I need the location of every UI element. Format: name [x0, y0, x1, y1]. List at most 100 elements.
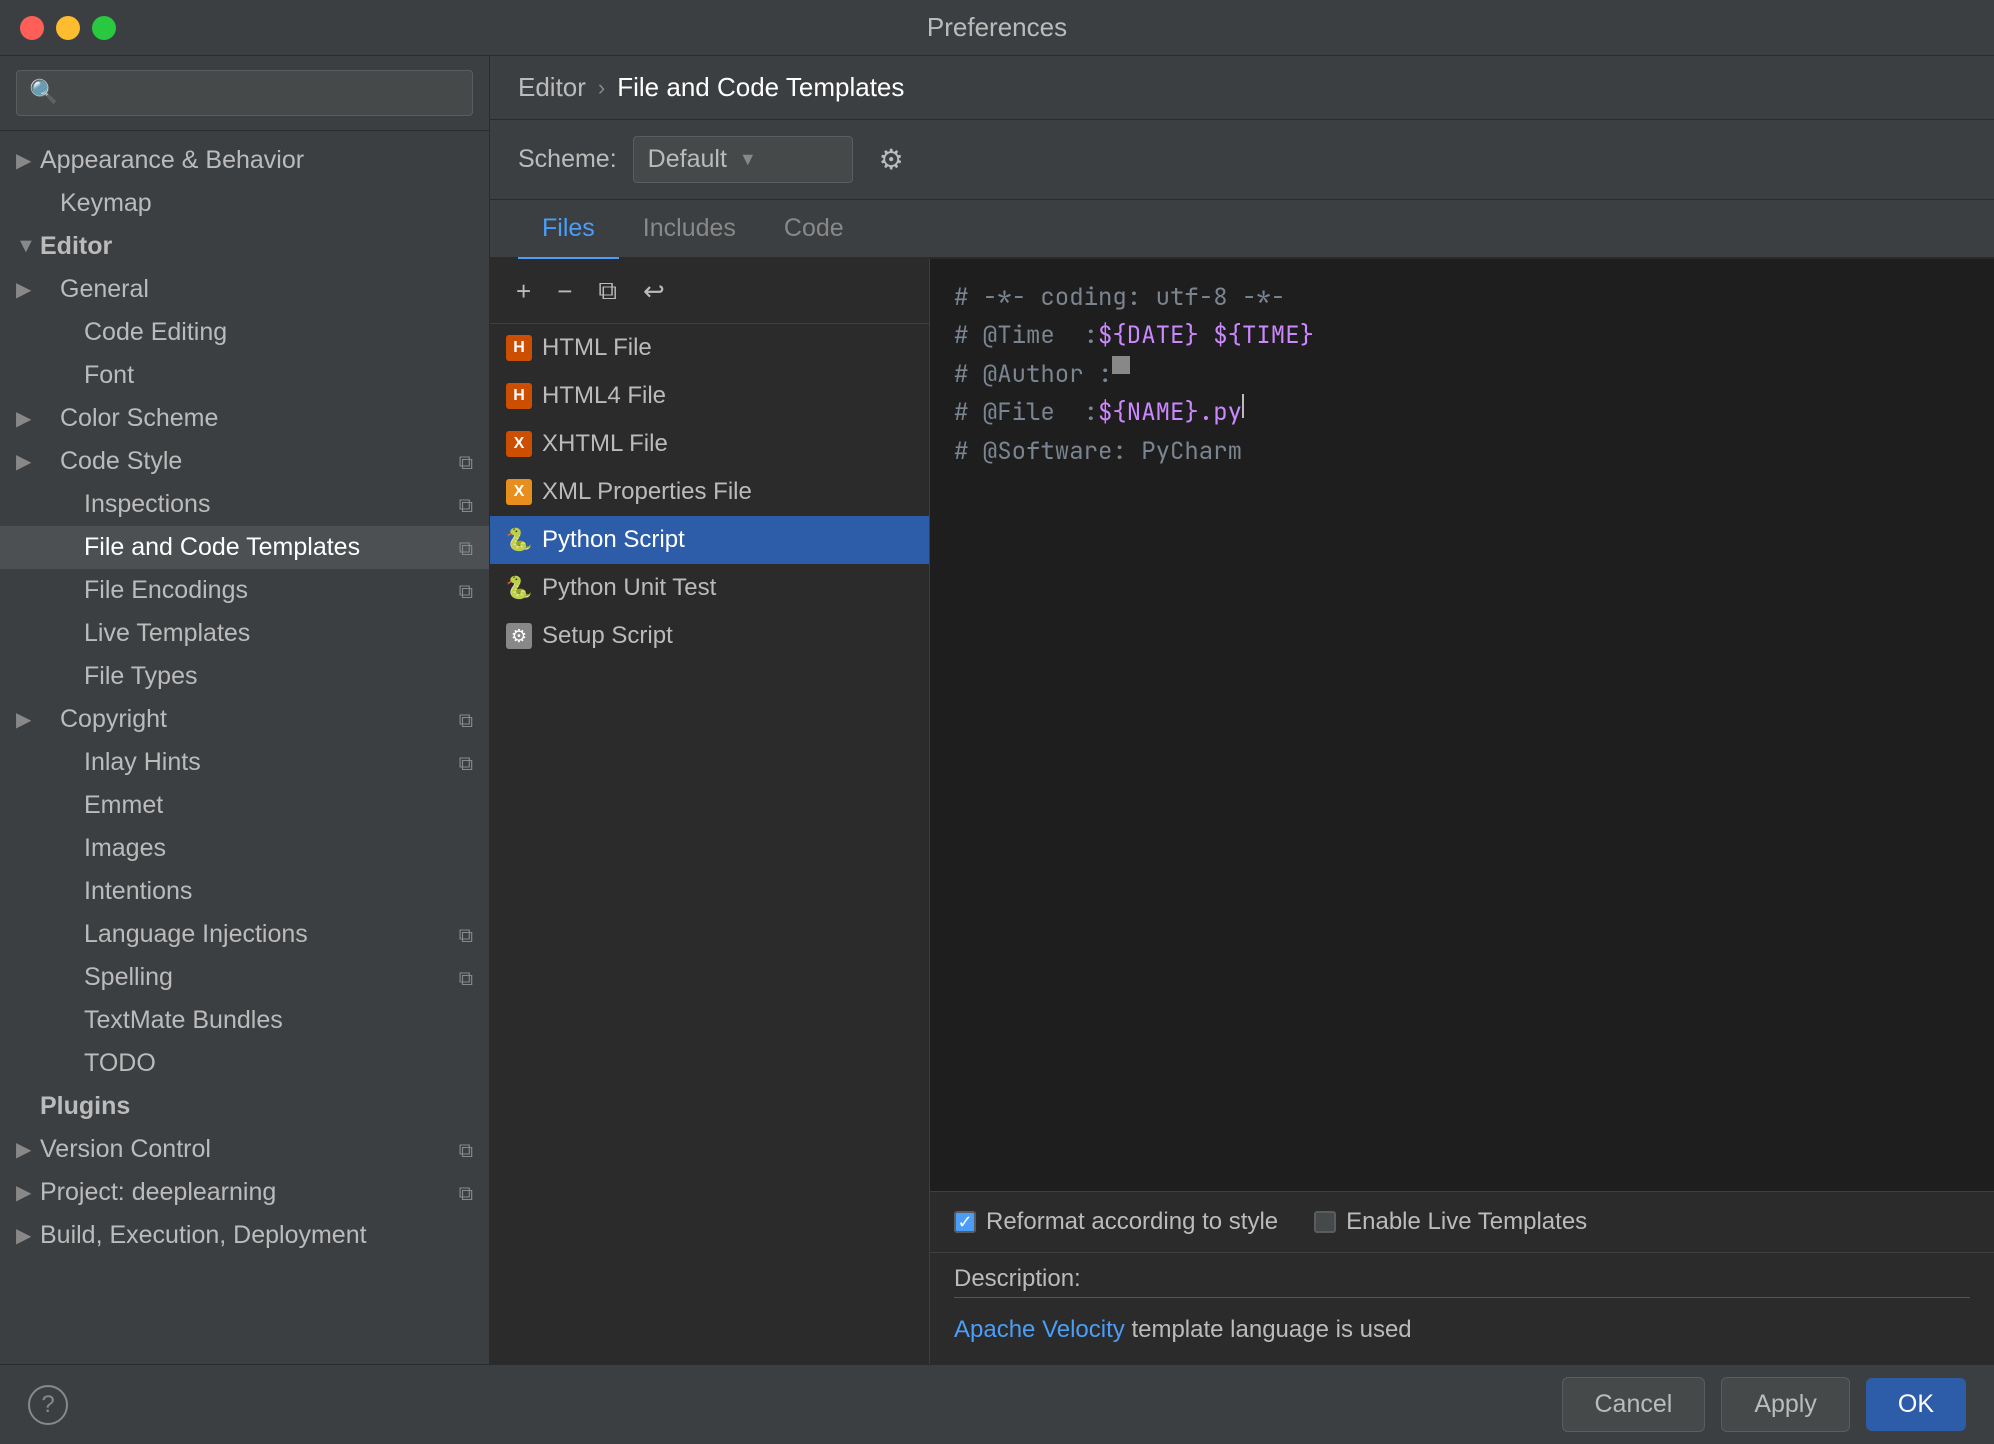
window-title: Preferences [927, 12, 1067, 43]
scheme-label: Scheme: [518, 145, 617, 174]
arrow-icon: ▼ [16, 235, 36, 258]
reformat-checkbox-group[interactable]: ✓ Reformat according to style [954, 1208, 1278, 1236]
copy-badge-icon [459, 920, 473, 949]
sidebar-item-code-editing[interactable]: Code Editing [0, 311, 489, 354]
python-file-icon: 🐍 [506, 527, 532, 553]
file-item-label: XHTML File [542, 430, 668, 458]
scheme-bar: Scheme: Default ▼ ⚙ [490, 120, 1994, 200]
file-list: H HTML File H HTML4 File X XHTML File [490, 324, 929, 1364]
author-placeholder [1112, 356, 1130, 374]
remove-template-button[interactable]: − [547, 270, 582, 313]
arrow-icon: ▶ [16, 1180, 36, 1205]
file-item-label: Python Unit Test [542, 574, 716, 602]
tabs-bar: Files Includes Code [490, 200, 1994, 259]
copy-badge-icon [459, 748, 473, 777]
file-item-python-script[interactable]: 🐍 Python Script [490, 516, 929, 564]
sidebar-item-inlay-hints[interactable]: Inlay Hints [0, 741, 489, 784]
file-item-label: Python Script [542, 526, 685, 554]
sidebar-item-copyright[interactable]: ▶ Copyright [0, 698, 489, 741]
breadcrumb-parent: Editor [518, 72, 586, 103]
code-editor[interactable]: # -*- coding: utf-8 -*- # @Time : ${DATE… [930, 259, 1994, 1191]
sidebar-item-live-templates[interactable]: Live Templates [0, 612, 489, 655]
reset-template-button[interactable]: ↩ [633, 270, 675, 313]
sidebar-item-plugins[interactable]: Plugins [0, 1085, 489, 1128]
sidebar-item-editor[interactable]: ▼ Editor [0, 225, 489, 268]
tab-files[interactable]: Files [518, 200, 619, 259]
description-text: Apache Velocity template language is use… [930, 1308, 1994, 1364]
description-label: Description: [930, 1253, 1994, 1297]
sidebar-item-todo[interactable]: TODO [0, 1042, 489, 1085]
sidebar-item-file-types[interactable]: File Types [0, 655, 489, 698]
traffic-lights [20, 16, 116, 40]
file-item-html-file[interactable]: H HTML File [490, 324, 929, 372]
content-area: Editor › File and Code Templates Scheme:… [490, 56, 1994, 1364]
sidebar-item-font[interactable]: Font [0, 354, 489, 397]
apache-velocity-link[interactable]: Apache Velocity [954, 1316, 1125, 1343]
apply-button[interactable]: Apply [1721, 1377, 1850, 1432]
sidebar-item-file-encodings[interactable]: File Encodings [0, 569, 489, 612]
title-bar: Preferences [0, 0, 1994, 56]
file-item-python-unit-test[interactable]: 🐍 Python Unit Test [490, 564, 929, 612]
sidebar-item-project-deeplearning[interactable]: ▶ Project: deeplearning [0, 1171, 489, 1214]
code-line-5: # @Software: PyCharm [954, 433, 1970, 471]
copy-template-button[interactable]: ⧉ [588, 269, 627, 313]
scheme-value: Default [648, 145, 727, 174]
sidebar-item-general[interactable]: ▶ General [0, 268, 489, 311]
sidebar-item-emmet[interactable]: Emmet [0, 784, 489, 827]
arrow-icon: ▶ [16, 406, 36, 431]
python-unit-test-icon: 🐍 [506, 575, 532, 601]
copy-badge-icon [459, 447, 473, 476]
sidebar-item-spelling[interactable]: Spelling [0, 956, 489, 999]
copy-badge-icon [459, 963, 473, 992]
search-box [0, 56, 489, 131]
file-item-label: XML Properties File [542, 478, 752, 506]
sidebar-item-color-scheme[interactable]: ▶ Color Scheme [0, 397, 489, 440]
maximize-button[interactable] [92, 16, 116, 40]
sidebar-item-inspections[interactable]: Inspections [0, 483, 489, 526]
bottom-bar: ? Cancel Apply OK [0, 1364, 1994, 1444]
help-button[interactable]: ? [28, 1385, 68, 1425]
sidebar-item-appearance-behavior[interactable]: ▶ Appearance & Behavior [0, 139, 489, 182]
sidebar: ▶ Appearance & Behavior Keymap ▼ Editor … [0, 56, 490, 1364]
arrow-icon: ▶ [16, 707, 36, 732]
sidebar-item-file-and-code-templates[interactable]: File and Code Templates [0, 526, 489, 569]
arrow-icon: ▶ [16, 1223, 36, 1248]
add-template-button[interactable]: + [506, 270, 541, 313]
close-button[interactable] [20, 16, 44, 40]
code-line-2: # @Time : ${DATE} ${TIME} [954, 317, 1970, 355]
file-item-xml-properties[interactable]: X XML Properties File [490, 468, 929, 516]
sidebar-item-textmate-bundles[interactable]: TextMate Bundles [0, 999, 489, 1042]
copy-badge-icon [459, 1135, 473, 1164]
scheme-dropdown[interactable]: Default ▼ [633, 136, 853, 183]
search-input[interactable] [16, 70, 473, 116]
sidebar-item-images[interactable]: Images [0, 827, 489, 870]
file-item-setup-script[interactable]: ⚙ Setup Script [490, 612, 929, 660]
live-templates-checkbox[interactable] [1314, 1211, 1336, 1233]
file-list-toolbar: + − ⧉ ↩ [490, 259, 929, 324]
reformat-checkbox[interactable]: ✓ [954, 1211, 976, 1233]
reformat-label: Reformat according to style [986, 1208, 1278, 1236]
file-item-label: Setup Script [542, 622, 673, 650]
tab-includes[interactable]: Includes [619, 200, 760, 259]
file-item-html4-file[interactable]: H HTML4 File [490, 372, 929, 420]
minimize-button[interactable] [56, 16, 80, 40]
tab-code[interactable]: Code [760, 200, 868, 259]
xml-file-icon: X [506, 479, 532, 505]
chevron-down-icon: ▼ [739, 149, 757, 170]
copy-badge-icon [459, 1178, 473, 1207]
live-templates-label: Enable Live Templates [1346, 1208, 1587, 1236]
settings-gear-button[interactable]: ⚙ [869, 137, 914, 182]
live-templates-checkbox-group[interactable]: Enable Live Templates [1314, 1208, 1587, 1236]
sidebar-item-build-execution-deployment[interactable]: ▶ Build, Execution, Deployment [0, 1214, 489, 1257]
cancel-button[interactable]: Cancel [1562, 1377, 1706, 1432]
sidebar-item-version-control[interactable]: ▶ Version Control [0, 1128, 489, 1171]
ok-button[interactable]: OK [1866, 1378, 1966, 1431]
sidebar-item-intentions[interactable]: Intentions [0, 870, 489, 913]
code-line-3: # @Author : [954, 356, 1970, 394]
editor-pane: # -*- coding: utf-8 -*- # @Time : ${DATE… [930, 259, 1994, 1364]
sidebar-item-language-injections[interactable]: Language Injections [0, 913, 489, 956]
sidebar-item-code-style[interactable]: ▶ Code Style [0, 440, 489, 483]
file-list-pane: + − ⧉ ↩ H HTML File H HTML4 File [490, 259, 930, 1364]
file-item-xhtml-file[interactable]: X XHTML File [490, 420, 929, 468]
sidebar-item-keymap[interactable]: Keymap [0, 182, 489, 225]
